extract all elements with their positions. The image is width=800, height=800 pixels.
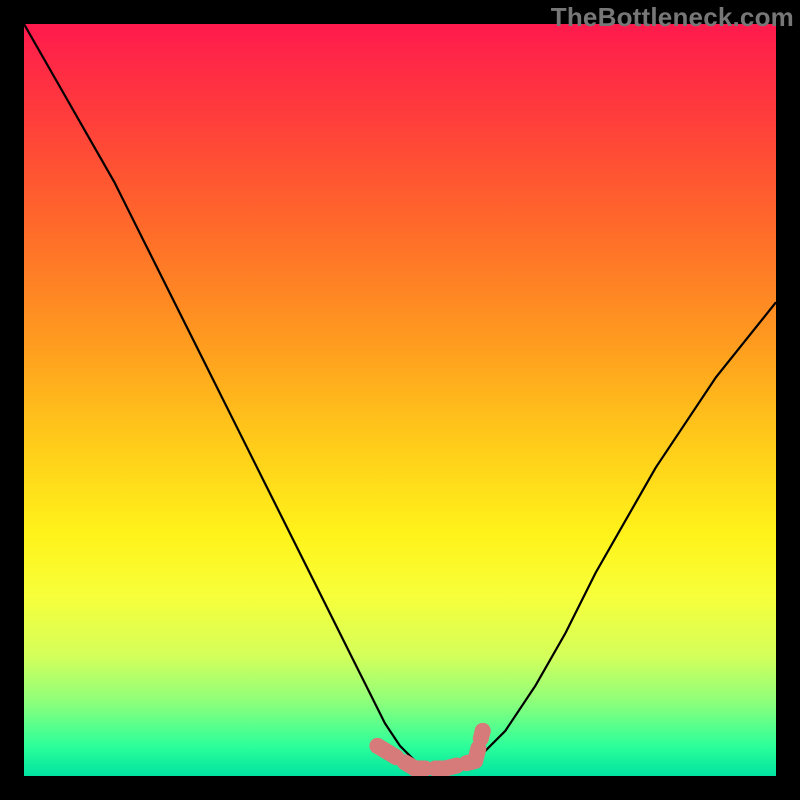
watermark-text: TheBottleneck.com [551, 2, 794, 33]
chart-frame [24, 24, 776, 776]
plot-gradient-background [24, 24, 776, 776]
